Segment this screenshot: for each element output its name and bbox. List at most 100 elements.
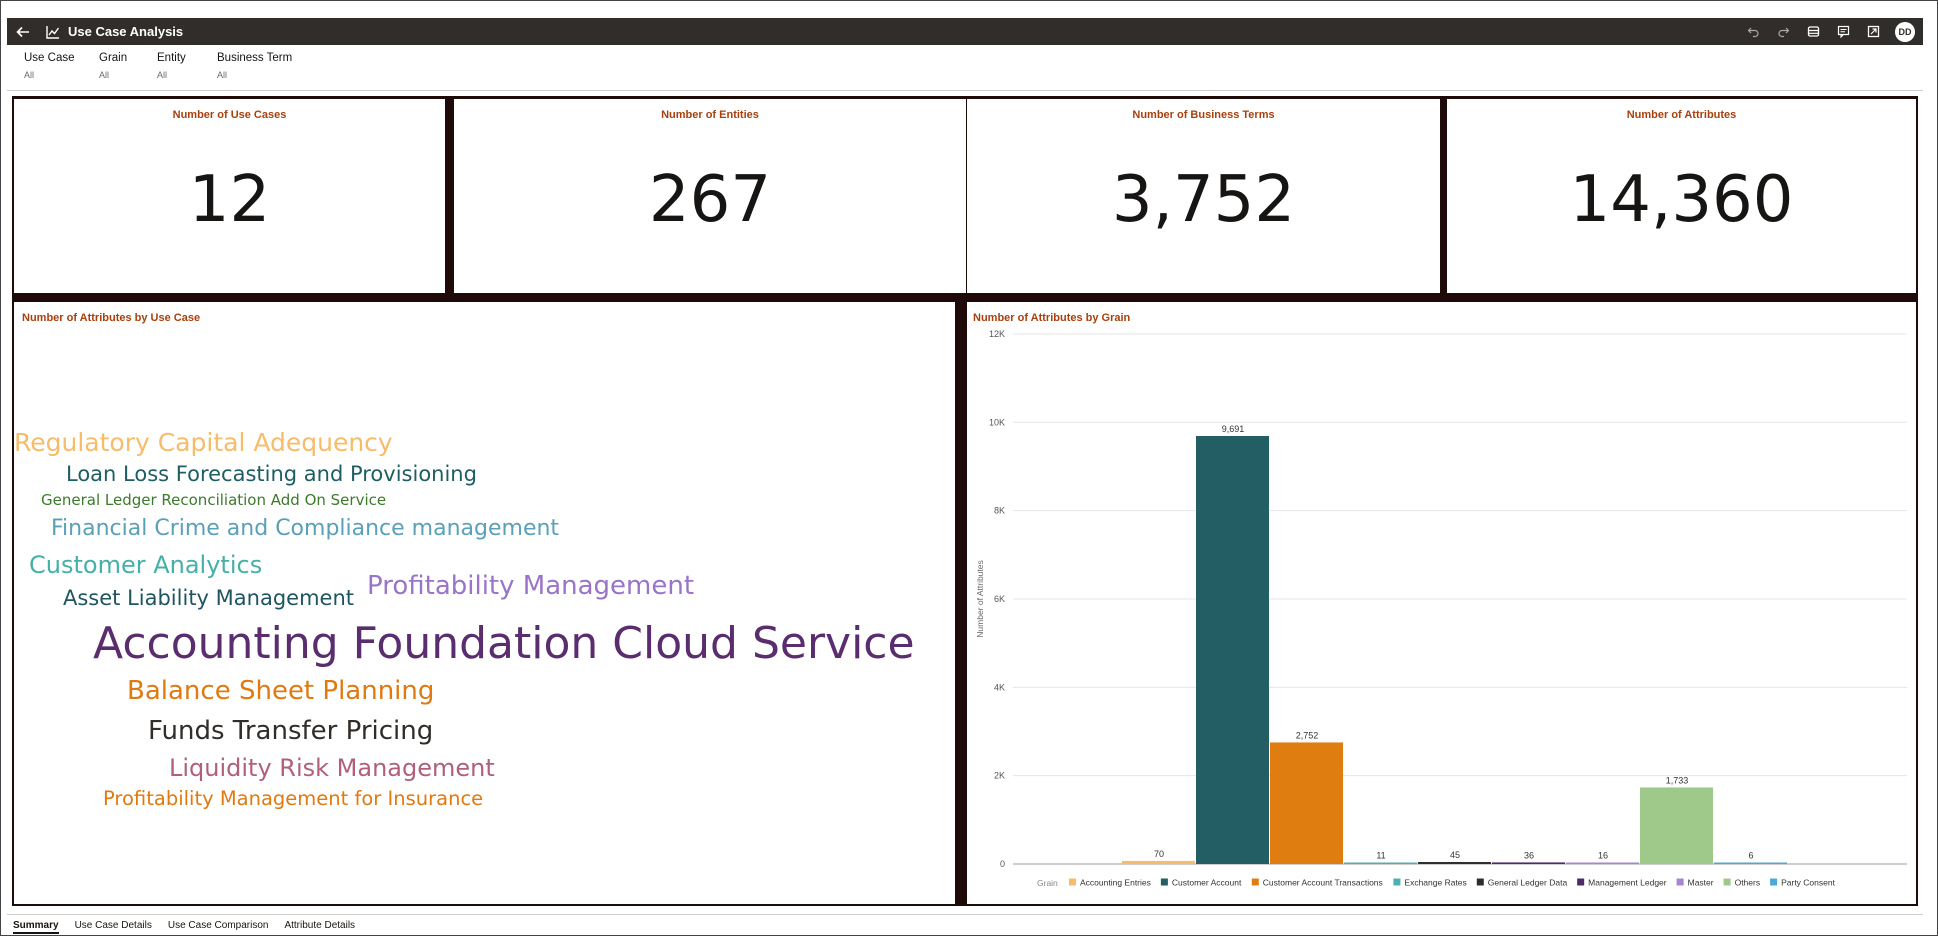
comment-icon[interactable] [1835, 24, 1851, 40]
bar-chart: 0 2K 4K 6K 8K 10K 12K Number of Attributes 70 9,6… [975, 329, 1907, 888]
kpi-tile-use-cases[interactable]: Number of Use Cases 12 [14, 99, 445, 293]
bar[interactable] [1640, 787, 1713, 864]
wordcloud-word[interactable]: Profitability Management [367, 573, 694, 599]
legend-item: Accounting Entries [1080, 878, 1151, 888]
legend-swatch [1251, 878, 1259, 886]
data-label: 6 [1748, 851, 1753, 861]
back-arrow-icon[interactable] [12, 21, 34, 43]
filter-value: All [99, 70, 110, 80]
kpi-title: Number of Business Terms [1132, 109, 1275, 121]
wordcloud-word[interactable]: Customer Analytics [29, 553, 262, 577]
y-tick-label: 4K [994, 682, 1005, 692]
dashboard-canvas: Number of Use Cases 12 Number of Entitie… [12, 96, 1918, 906]
tab-use-case-details[interactable]: Use Case Details [75, 920, 152, 934]
y-axis-label: Number of Attributes [975, 560, 985, 637]
wordcloud-word[interactable]: Financial Crime and Compliance managemen… [51, 518, 559, 540]
wordcloud-word[interactable]: Balance Sheet Planning [127, 678, 434, 704]
data-label: 70 [1154, 849, 1164, 859]
legend-item: Master [1688, 878, 1714, 888]
kpi-value: 12 [188, 163, 271, 237]
user-avatar[interactable]: DD [1895, 21, 1915, 42]
legend-swatch [1676, 878, 1684, 886]
tab-attribute-details[interactable]: Attribute Details [284, 920, 355, 934]
divider [7, 914, 1923, 915]
filter-value: All [157, 70, 168, 80]
kpi-tile-business-terms[interactable]: Number of Business Terms 3,752 [967, 99, 1440, 293]
data-label: 2,752 [1296, 730, 1319, 740]
data-icon[interactable] [1805, 24, 1821, 40]
kpi-value: 267 [648, 163, 772, 237]
legend-swatch [1393, 878, 1401, 886]
wordcloud-word[interactable]: Profitability Management for Insurance [103, 789, 483, 809]
wordcloud-word[interactable]: Accounting Foundation Cloud Service [93, 622, 915, 666]
app-title: Use Case Analysis [68, 24, 184, 39]
filter-label: Business Term [217, 52, 293, 64]
bar[interactable] [1344, 862, 1417, 865]
y-tick-label: 8K [994, 506, 1005, 516]
kpi-title: Number of Entities [661, 109, 759, 121]
tab-summary[interactable]: Summary [13, 920, 59, 934]
legend-item: Exchange Rates [1404, 878, 1466, 888]
toolbar: DD [1745, 18, 1915, 45]
legend-item: Others [1735, 878, 1761, 888]
y-tick-label: 2K [994, 771, 1005, 781]
filter-label: Grain [99, 52, 128, 64]
kpi-title: Number of Use Cases [172, 109, 287, 121]
legend-item: Customer Account [1172, 878, 1242, 888]
wordcloud-word[interactable]: General Ledger Reconciliation Add On Ser… [41, 493, 386, 508]
data-label: 36 [1524, 850, 1534, 860]
kpi-tile-entities[interactable]: Number of Entities 267 [454, 99, 966, 293]
legend-swatch [1770, 878, 1778, 886]
kpi-tile-attributes[interactable]: Number of Attributes 14,360 [1447, 99, 1916, 293]
wordcloud-panel[interactable]: Number of Attributes by Use Case Regulat… [14, 302, 955, 904]
kpi-title: Number of Attributes [1626, 109, 1737, 121]
legend-swatch [1160, 878, 1168, 886]
filter-bar: Use Case All Grain All Entity All Busine… [24, 52, 307, 80]
data-label: 1,733 [1666, 775, 1689, 785]
bar[interactable] [1714, 862, 1787, 865]
legend-item: General Ledger Data [1488, 878, 1568, 888]
wordcloud-word[interactable]: Liquidity Risk Management [169, 756, 495, 780]
filter-grain[interactable]: Grain All [99, 52, 157, 80]
bar[interactable] [1492, 862, 1565, 864]
y-tick-label: 0 [1000, 859, 1005, 869]
wordcloud-word[interactable]: Loan Loss Forecasting and Provisioning [66, 464, 477, 485]
filter-entity[interactable]: Entity All [157, 52, 217, 80]
bar-chart-panel[interactable]: Number of Attributes by Grain 0 2K 4K 6K 8K 1… [967, 302, 1916, 904]
data-label: 11 [1376, 851, 1385, 861]
legend-swatch [1723, 878, 1731, 886]
wordcloud-word[interactable]: Funds Transfer Pricing [148, 718, 433, 744]
y-tick-label: 12K [989, 329, 1005, 339]
present-icon[interactable] [1865, 24, 1881, 40]
page-tabs: Summary Use Case Details Use Case Compar… [13, 920, 355, 934]
filter-business-term[interactable]: Business Term All [217, 52, 307, 80]
legend-title: Grain [1037, 878, 1058, 888]
legend-item: Management Ledger [1588, 878, 1667, 888]
wordcloud-word[interactable]: Regulatory Capital Adequency [14, 430, 393, 455]
filter-use-case[interactable]: Use Case All [24, 52, 99, 80]
panel-title: Number of Attributes by Use Case [22, 312, 201, 324]
legend-item: Party Consent [1781, 878, 1835, 888]
divider [7, 90, 1923, 91]
bar[interactable] [1122, 860, 1195, 864]
kpi-value: 14,360 [1569, 163, 1794, 237]
bar[interactable] [1270, 742, 1343, 864]
legend-item: Customer Account Transactions [1263, 878, 1383, 888]
filter-value: All [217, 70, 228, 80]
bar[interactable] [1566, 862, 1639, 865]
wordcloud-word[interactable]: Asset Liability Management [63, 588, 354, 609]
chart-icon [46, 24, 62, 40]
redo-icon[interactable] [1775, 24, 1791, 40]
legend-swatch [1069, 878, 1076, 886]
undo-icon[interactable] [1745, 24, 1761, 40]
bar[interactable] [1196, 435, 1269, 864]
filter-label: Use Case [24, 52, 75, 64]
tab-use-case-comparison[interactable]: Use Case Comparison [168, 920, 269, 934]
kpi-value: 3,752 [1111, 163, 1296, 237]
data-label: 9,691 [1222, 424, 1245, 434]
filter-label: Entity [157, 52, 186, 64]
bar[interactable] [1418, 862, 1491, 864]
legend-swatch [1577, 878, 1585, 886]
y-tick-label: 6K [994, 594, 1005, 604]
legend-swatch [1476, 878, 1484, 886]
